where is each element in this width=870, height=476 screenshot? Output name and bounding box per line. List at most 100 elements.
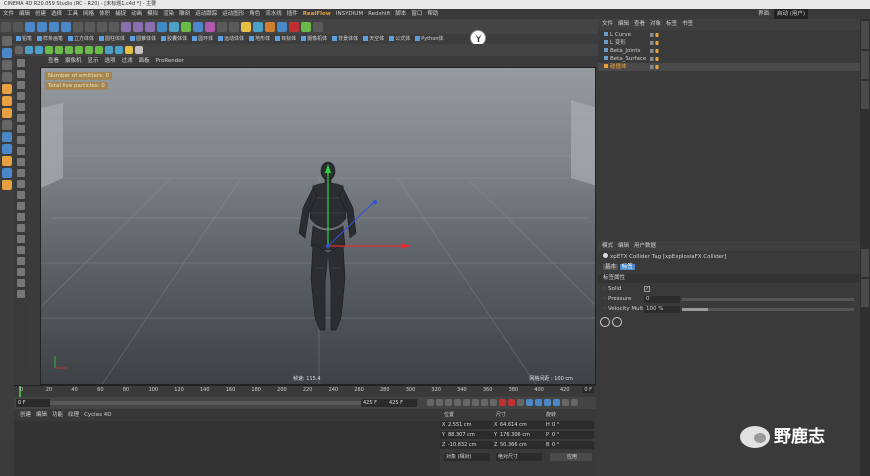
- lock-icon[interactable]: [2, 180, 12, 190]
- shelf-button[interactable]: 样条画笔: [35, 34, 65, 44]
- shelf-button[interactable]: Python体: [413, 34, 445, 44]
- object-tag-icons[interactable]: [650, 65, 662, 69]
- autokey-icon[interactable]: [508, 399, 515, 406]
- menu-item[interactable]: 运动图形: [222, 11, 244, 17]
- pla-key-icon[interactable]: [562, 399, 569, 406]
- tool-i-icon[interactable]: [17, 147, 25, 155]
- shelf-button[interactable]: 背景体体: [330, 34, 360, 44]
- material-menu-item[interactable]: Cycles 4D: [84, 412, 111, 418]
- layout-dropdown[interactable]: 启动 (用户): [773, 9, 808, 19]
- go-start-icon[interactable]: [427, 399, 434, 406]
- object-row[interactable]: L 变形: [598, 39, 866, 47]
- points-mode-icon[interactable]: [2, 84, 12, 94]
- menu-item[interactable]: 编辑: [19, 11, 30, 17]
- viewport-menu-item[interactable]: 查看: [48, 58, 59, 64]
- shelf-button[interactable]: 圆环体: [190, 34, 215, 44]
- layout-selector[interactable]: 界面: 启动 (用户): [758, 9, 808, 19]
- menu-item[interactable]: 运动跟踪: [195, 11, 217, 17]
- live-select-icon[interactable]: [25, 21, 35, 32]
- move-small-icon[interactable]: [15, 46, 23, 54]
- tool-m-icon[interactable]: [17, 191, 25, 199]
- viewport-menu-item[interactable]: 摄像机: [65, 58, 82, 64]
- attribute-menu-item[interactable]: 模式: [602, 243, 613, 249]
- scene-icon[interactable]: [217, 21, 227, 32]
- position-key-icon[interactable]: [526, 399, 533, 406]
- tool-r-icon[interactable]: [17, 246, 25, 254]
- script-icon[interactable]: [313, 21, 323, 32]
- object-menu-item[interactable]: 编辑: [618, 21, 629, 27]
- keyframe-selection-icon[interactable]: [517, 399, 524, 406]
- array-icon[interactable]: [193, 21, 203, 32]
- axis-mode-icon[interactable]: [2, 144, 12, 154]
- tab-basic[interactable]: 基本: [603, 264, 619, 270]
- viewport-menu-item[interactable]: 显示: [88, 58, 99, 64]
- insydium-icon[interactable]: [277, 21, 287, 32]
- workplane-icon[interactable]: [2, 72, 12, 82]
- prev-frame-icon[interactable]: [445, 399, 452, 406]
- tool-p-icon[interactable]: [17, 224, 25, 232]
- solo-icon[interactable]: [2, 168, 12, 178]
- viewport-menu-item[interactable]: 面板: [139, 58, 150, 64]
- tool-o-icon[interactable]: [17, 213, 25, 221]
- object-tag-icons[interactable]: [650, 33, 662, 37]
- material-icon[interactable]: [125, 46, 133, 54]
- make-editable-icon[interactable]: [2, 36, 12, 46]
- rotation-key-icon[interactable]: [544, 399, 551, 406]
- timeline-menu-icon[interactable]: [571, 399, 578, 406]
- next-frame-icon[interactable]: [463, 399, 470, 406]
- rotation-field[interactable]: 0 °: [550, 441, 594, 449]
- attribute-menu-item[interactable]: 用户数据: [634, 243, 656, 249]
- tool-j-icon[interactable]: [17, 158, 25, 166]
- shelf-button[interactable]: 摄像机体: [299, 34, 329, 44]
- tweak-icon[interactable]: [2, 156, 12, 166]
- rotation-field[interactable]: 0 °: [550, 431, 594, 439]
- coord-mode-dropdown[interactable]: 对象 (相对): [444, 453, 490, 461]
- plugin-icon[interactable]: [301, 21, 311, 32]
- x-axis-icon[interactable]: [73, 21, 83, 32]
- shelf-button[interactable]: 立方体体: [66, 34, 96, 44]
- shelf-button[interactable]: 胶囊体体: [159, 34, 189, 44]
- object-menu-item[interactable]: 对象: [650, 21, 661, 27]
- 3d-viewport[interactable]: Number of emitters: 0 Total live particl…: [40, 67, 596, 385]
- move-icon[interactable]: [37, 21, 47, 32]
- shelf-button[interactable]: 公式体: [387, 34, 412, 44]
- domain-icon[interactable]: [95, 46, 103, 54]
- velocity-slider[interactable]: [682, 308, 854, 311]
- snap-icon[interactable]: [2, 132, 12, 142]
- settings-icon[interactable]: [611, 317, 622, 327]
- tool-n-icon[interactable]: [17, 202, 25, 210]
- tab-objects[interactable]: [861, 21, 869, 49]
- timeline-ruler[interactable]: 0 F 0 20 40 60 80 100 120 140 160 180 200 220 240 260…: [14, 385, 596, 397]
- end-frame-field[interactable]: 425 F: [387, 399, 417, 407]
- tool-t-icon[interactable]: [17, 268, 25, 276]
- tool-f-icon[interactable]: [17, 114, 25, 122]
- next-key-icon[interactable]: [472, 399, 479, 406]
- subdivision-icon[interactable]: [181, 21, 191, 32]
- object-tag-icons[interactable]: [650, 41, 662, 45]
- param-key-icon[interactable]: [553, 399, 560, 406]
- frame-range-slider[interactable]: [50, 401, 400, 405]
- apply-button[interactable]: 应用: [550, 453, 592, 461]
- tool-a-icon[interactable]: [17, 59, 25, 67]
- size-field[interactable]: 176.306 cm: [498, 431, 544, 439]
- object-menu-item[interactable]: 标签: [666, 21, 677, 27]
- tab-content-browser[interactable]: [861, 51, 869, 79]
- coordinate-system-icon[interactable]: [109, 21, 119, 32]
- z-axis-icon[interactable]: [97, 21, 107, 32]
- tab-layers[interactable]: [861, 279, 869, 307]
- viewport-menu-item[interactable]: 过滤: [122, 58, 133, 64]
- render-view-icon[interactable]: [121, 21, 131, 32]
- deformer-icon[interactable]: [205, 21, 215, 32]
- material-menu-item[interactable]: 功能: [52, 412, 63, 418]
- modifier-icon[interactable]: [55, 46, 63, 54]
- menu-item[interactable]: 文件: [3, 11, 14, 17]
- realflow-icon[interactable]: [265, 21, 275, 32]
- object-menu-item[interactable]: 文件: [602, 21, 613, 27]
- render-settings-icon[interactable]: [145, 21, 155, 32]
- cache-icon[interactable]: [115, 46, 123, 54]
- uv-mode-icon[interactable]: [2, 120, 12, 130]
- timeline-end-frame[interactable]: 0 F: [582, 387, 594, 393]
- menu-item[interactable]: 脚本: [395, 11, 406, 17]
- group-icon[interactable]: [135, 46, 143, 54]
- tool-b-icon[interactable]: [17, 70, 25, 78]
